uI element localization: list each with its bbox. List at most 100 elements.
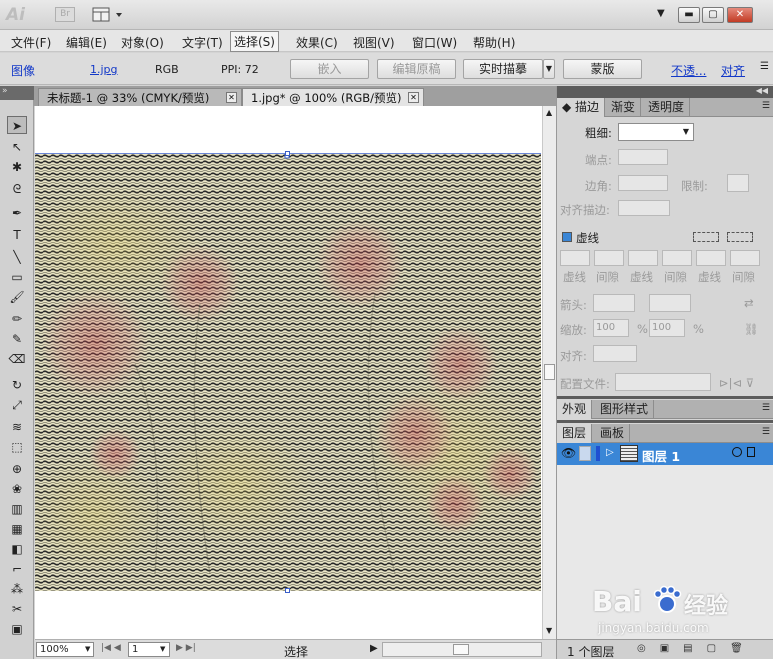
- paintbrush-tool-icon[interactable]: 🖌: [7, 288, 27, 306]
- next-artboard-icon[interactable]: ▶ ▶|: [176, 643, 196, 653]
- blend-tool-icon[interactable]: ⁂: [7, 580, 27, 598]
- live-trace-button[interactable]: 实时描摹: [463, 59, 543, 79]
- control-menu-icon[interactable]: ☰: [760, 61, 769, 72]
- tab-stroke[interactable]: ◆ 描边: [557, 98, 606, 117]
- eraser-tool-icon[interactable]: ⌫: [7, 350, 27, 368]
- placed-image[interactable]: [35, 153, 541, 591]
- scroll-thumb[interactable]: [544, 364, 555, 380]
- tab-close-icon[interactable]: ✕: [226, 92, 237, 103]
- menu-item[interactable]: 选择(S): [230, 31, 279, 52]
- eye-icon[interactable]: 👁: [561, 446, 576, 460]
- dash-field[interactable]: [628, 250, 658, 266]
- rectangle-tool-icon[interactable]: ▭: [7, 268, 27, 286]
- line-tool-icon[interactable]: ╲: [7, 248, 27, 266]
- menu-item[interactable]: 对象(O): [118, 33, 167, 52]
- zoom-dropdown-icon[interactable]: ▼: [85, 645, 90, 653]
- menu-item[interactable]: 文件(F): [8, 33, 54, 52]
- arrow-align-buttons[interactable]: [593, 345, 637, 362]
- panel-menu-icon[interactable]: ☰: [762, 427, 770, 437]
- selection-indicator-icon[interactable]: [747, 447, 755, 457]
- opacity-link[interactable]: 不透...: [671, 62, 706, 79]
- bridge-button[interactable]: Br: [55, 7, 75, 22]
- tab-graphic-styles[interactable]: 图形样式: [595, 400, 655, 419]
- close-button[interactable]: ✕: [727, 7, 753, 23]
- scale-tool-icon[interactable]: ⤢: [7, 396, 27, 414]
- free-transform-tool-icon[interactable]: ⬚: [7, 438, 27, 456]
- column-graph-tool-icon[interactable]: ▥: [7, 500, 27, 518]
- artboard-dropdown-icon[interactable]: ▼: [160, 645, 165, 653]
- selection-handle-top[interactable]: [285, 151, 290, 156]
- limit-field[interactable]: [727, 174, 749, 192]
- maximize-button[interactable]: ▢: [702, 7, 724, 23]
- target-circle-icon[interactable]: [732, 447, 742, 457]
- weight-field[interactable]: ▼: [618, 123, 694, 141]
- object-type-label[interactable]: 图像: [11, 62, 35, 79]
- panel-menu-icon[interactable]: ☰: [762, 403, 770, 413]
- end-arrow-dropdown[interactable]: [649, 294, 691, 312]
- scroll-up-icon[interactable]: ▲: [546, 108, 552, 117]
- tab-appearance[interactable]: 外观: [557, 400, 593, 419]
- gap-field[interactable]: [594, 250, 624, 266]
- layer-row[interactable]: 👁 ▷ 图层 1: [557, 443, 773, 465]
- expand-layer-icon[interactable]: ▷: [606, 447, 614, 458]
- shape-builder-tool-icon[interactable]: ⊕: [7, 460, 27, 478]
- rotate-tool-icon[interactable]: ↻: [7, 376, 27, 394]
- link-scale-icon[interactable]: ⛓: [744, 322, 759, 336]
- corner-buttons[interactable]: [618, 175, 668, 191]
- dashed-checkbox[interactable]: [562, 232, 572, 242]
- tab-close-icon[interactable]: ✕: [408, 92, 419, 103]
- minimize-button[interactable]: ▬: [678, 7, 700, 23]
- selection-tool-icon[interactable]: ➤: [7, 116, 27, 134]
- menu-item[interactable]: 帮助(H): [470, 33, 518, 52]
- slice-tool-icon[interactable]: ✂: [7, 600, 27, 618]
- menu-item[interactable]: 文字(T): [179, 33, 226, 52]
- swap-arrows-icon[interactable]: ⇄: [744, 296, 754, 310]
- blob-brush-tool-icon[interactable]: ✎: [7, 330, 27, 348]
- menu-item[interactable]: 视图(V): [350, 33, 398, 52]
- lock-toggle[interactable]: [579, 446, 591, 461]
- stroke-panel-header[interactable]: ◀◀: [557, 86, 773, 98]
- dash-preserve-icon[interactable]: [693, 232, 719, 242]
- menu-item[interactable]: 编辑(E): [63, 33, 110, 52]
- layer-name[interactable]: 图层 1: [642, 446, 680, 465]
- status-menu-icon[interactable]: ▶: [370, 643, 378, 654]
- tab-gradient[interactable]: 渐变: [606, 98, 642, 117]
- tab-transparency[interactable]: 透明度: [643, 98, 691, 117]
- workspace-dropdown-icon[interactable]: ▼: [657, 8, 665, 19]
- magic-wand-tool-icon[interactable]: ✱: [7, 158, 27, 176]
- dash-field[interactable]: [560, 250, 590, 266]
- dash-field[interactable]: [696, 250, 726, 266]
- align-stroke-buttons[interactable]: [618, 200, 670, 216]
- file-link[interactable]: 1.jpg: [90, 63, 118, 76]
- gradient-tool-icon[interactable]: ◧: [7, 540, 27, 558]
- end-scale-field[interactable]: 100: [649, 319, 685, 337]
- gap-field[interactable]: [662, 250, 692, 266]
- pen-tool-icon[interactable]: ✒: [7, 204, 27, 222]
- mesh-tool-icon[interactable]: ▦: [7, 520, 27, 538]
- panel-menu-icon[interactable]: ☰: [762, 101, 770, 111]
- selection-handle-bottom[interactable]: [285, 588, 290, 593]
- profile-dropdown[interactable]: [615, 373, 711, 391]
- arrange-documents-button[interactable]: [92, 6, 126, 23]
- start-scale-field[interactable]: 100: [593, 319, 629, 337]
- mask-button[interactable]: 蒙版: [563, 59, 642, 79]
- artboard-tool-icon[interactable]: ▣: [7, 620, 27, 638]
- first-artboard-icon[interactable]: |◀ ◀: [101, 643, 121, 653]
- lasso-tool-icon[interactable]: ᘓ: [7, 180, 27, 198]
- live-trace-dropdown-icon[interactable]: ▼: [543, 59, 555, 79]
- symbol-sprayer-tool-icon[interactable]: ❀: [7, 480, 27, 498]
- pencil-tool-icon[interactable]: ✏: [7, 310, 27, 328]
- menu-item[interactable]: 效果(C): [293, 33, 341, 52]
- hscroll-thumb[interactable]: [453, 644, 469, 655]
- dash-align-icon[interactable]: [727, 232, 753, 242]
- collapse-icon[interactable]: »: [2, 86, 8, 96]
- align-link[interactable]: 对齐: [721, 62, 745, 79]
- edit-original-button[interactable]: 编辑原稿: [377, 59, 456, 79]
- menu-item[interactable]: 窗口(W): [409, 33, 460, 52]
- type-tool-icon[interactable]: T: [7, 226, 27, 244]
- cap-buttons[interactable]: [618, 149, 668, 165]
- vertical-scrollbar[interactable]: ▲ ▼: [542, 106, 556, 639]
- flip-profile-icons[interactable]: ⊳|⊲ ⊽: [719, 376, 754, 390]
- tab-artboards[interactable]: 画板: [595, 424, 631, 443]
- tab-1jpg[interactable]: 1.jpg* @ 100% (RGB/预览) ✕: [242, 88, 424, 106]
